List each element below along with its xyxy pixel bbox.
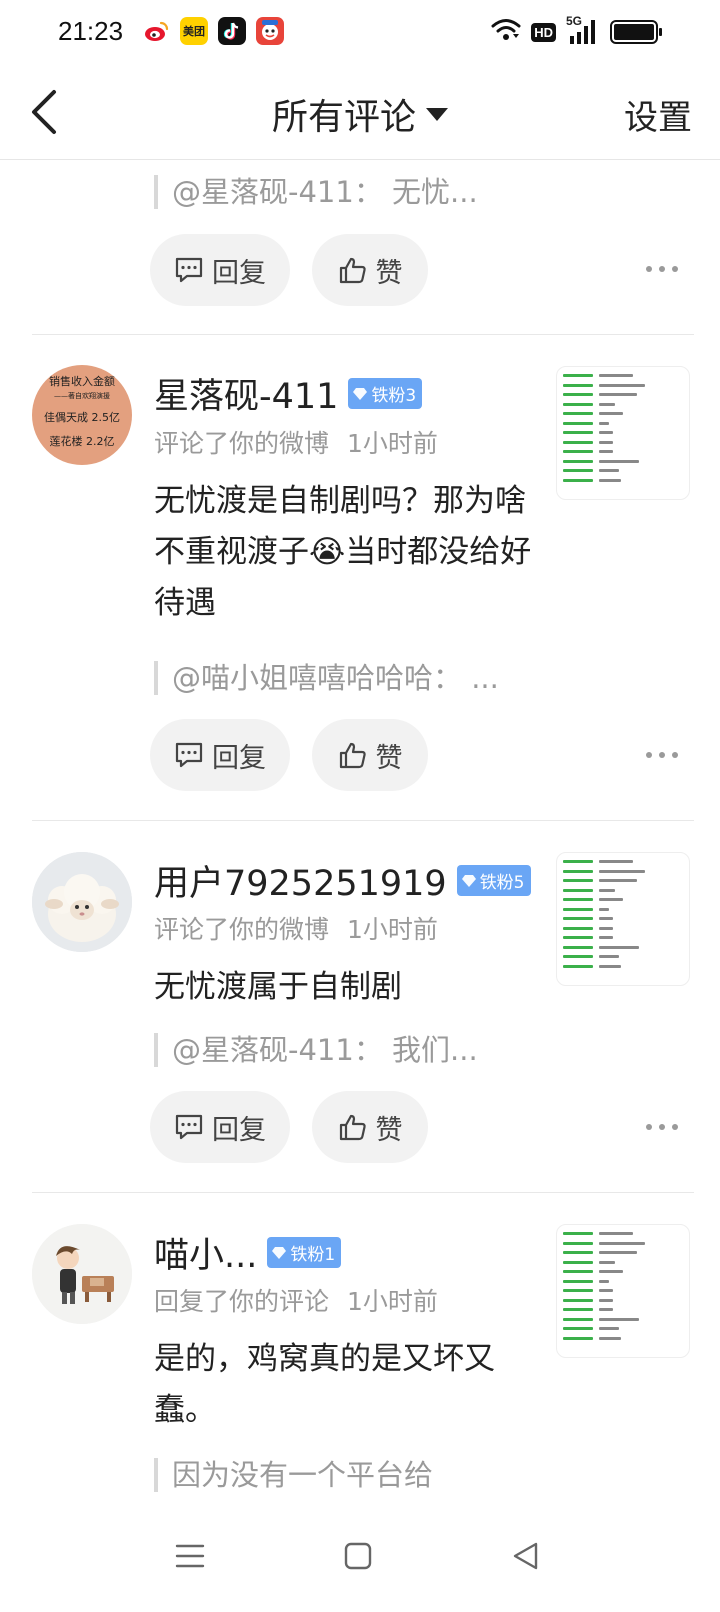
square-icon — [344, 1542, 372, 1570]
page-title: 所有评论 — [271, 97, 416, 138]
avatar[interactable]: 销售收入金额 ——著自欢翔演援 佳偶天成 2.5亿 莲花楼 2.2亿 — [32, 365, 132, 465]
quoted-comment[interactable]: @星落砚-411： 我们... — [154, 1033, 478, 1067]
status-icons: HD 5G — [491, 14, 662, 48]
reply-label: 回复 — [212, 1114, 266, 1146]
diamond-icon — [272, 1246, 287, 1259]
name-row: 喵小... 铁粉1 — [154, 1227, 342, 1278]
like-label: 赞 — [375, 1114, 403, 1146]
status-time: 21:23 — [58, 16, 124, 46]
caret-down-icon — [426, 107, 448, 121]
post-thumbnail[interactable] — [556, 852, 690, 986]
like-label: 赞 — [375, 742, 403, 774]
fan-badge[interactable]: 铁粉3 — [348, 378, 423, 409]
hd-label: HD — [531, 22, 556, 42]
divider — [32, 334, 694, 335]
quoted-comment[interactable]: @喵小姐嘻嘻哈哈哈： ... — [154, 661, 499, 695]
top-nav-bar: 所有评论 设置 — [0, 64, 720, 160]
comment-icon — [175, 1114, 203, 1140]
title-dropdown[interactable]: 所有评论 — [0, 88, 720, 140]
user-name[interactable]: 喵小... — [154, 1227, 257, 1278]
cartoon-character-icon — [32, 1224, 132, 1324]
diamond-icon — [353, 387, 368, 400]
user-name[interactable]: 星落砚-411 — [154, 368, 338, 419]
signal-icon: 5G — [566, 14, 600, 46]
sheep-icon — [32, 852, 132, 952]
reply-label: 回复 — [212, 257, 266, 289]
home-button[interactable] — [334, 1532, 382, 1580]
diamond-icon — [461, 874, 476, 887]
menu-icon — [175, 1544, 205, 1568]
post-thumbnail[interactable] — [556, 366, 690, 500]
avatar[interactable] — [32, 1224, 132, 1324]
menu-button[interactable] — [166, 1532, 214, 1580]
reply-label: 回复 — [212, 742, 266, 774]
thumbs-up-icon — [339, 1114, 366, 1141]
comment-meta: 评论了你的微博 1小时前 — [154, 429, 438, 458]
quoted-comment[interactable]: @星落砚-411： 无忧... — [154, 175, 478, 209]
badge-label: 铁粉5 — [479, 873, 525, 893]
like-button[interactable]: 赞 — [312, 234, 428, 306]
meituan-icon: 美团 — [180, 17, 208, 45]
avatar-text: 销售收入金额 ——著自欢翔演援 佳偶天成 2.5亿 莲花楼 2.2亿 — [44, 375, 120, 448]
divider — [32, 820, 694, 821]
more-options-icon[interactable] — [646, 1122, 678, 1132]
wifi-icon — [491, 18, 521, 46]
fan-badge[interactable]: 铁粉5 — [456, 865, 531, 896]
divider — [32, 1192, 694, 1193]
user-name[interactable]: 用户7925251919 — [154, 855, 447, 906]
battery-icon — [610, 20, 662, 44]
comment-icon — [175, 742, 203, 768]
reply-button[interactable]: 回复 — [150, 234, 290, 306]
status-bar: 21:23 美团 HD 5G — [0, 0, 720, 64]
comment-text: 无忧渡是自制剧吗？那为啥不重视渡子😭当时都没给好待遇 — [154, 483, 532, 621]
comment-meta: 评论了你的微博 1小时前 — [154, 915, 438, 944]
reply-button[interactable]: 回复 — [150, 719, 290, 791]
comment-text: 无忧渡属于自制剧 — [154, 969, 402, 1005]
reply-button[interactable]: 回复 — [150, 1091, 290, 1163]
quoted-comment[interactable]: 因为没有一个平台给 — [154, 1458, 433, 1492]
fan-badge[interactable]: 铁粉1 — [267, 1237, 342, 1268]
weibo-icon — [142, 17, 170, 45]
douyin-icon — [218, 17, 246, 45]
like-button[interactable]: 赞 — [312, 1091, 428, 1163]
thumbs-up-icon — [339, 257, 366, 284]
like-label: 赞 — [375, 257, 403, 289]
meituan-label: 美团 — [183, 25, 205, 38]
comment-icon — [175, 257, 203, 283]
name-row: 用户7925251919 铁粉5 — [154, 855, 531, 906]
back-nav-button[interactable] — [502, 1532, 550, 1580]
system-nav-bar — [0, 1504, 720, 1612]
crying-emoji-icon: 😭 — [309, 534, 346, 570]
game-icon — [256, 17, 284, 45]
badge-label: 铁粉1 — [290, 1245, 336, 1265]
comment-meta: 回复了你的评论 1小时前 — [154, 1287, 438, 1316]
triangle-back-icon — [513, 1542, 538, 1570]
comment-text: 是的，鸡窝真的是又坏又蠢。 — [154, 1341, 495, 1428]
more-options-icon[interactable] — [646, 750, 678, 760]
avatar[interactable] — [32, 852, 132, 952]
name-row: 星落砚-411 铁粉3 — [154, 368, 423, 419]
like-button[interactable]: 赞 — [312, 719, 428, 791]
more-options-icon[interactable] — [646, 264, 678, 274]
settings-button[interactable]: 设置 — [624, 90, 692, 139]
badge-label: 铁粉3 — [371, 386, 417, 406]
post-thumbnail[interactable] — [556, 1224, 690, 1358]
thumbs-up-icon — [339, 742, 366, 769]
